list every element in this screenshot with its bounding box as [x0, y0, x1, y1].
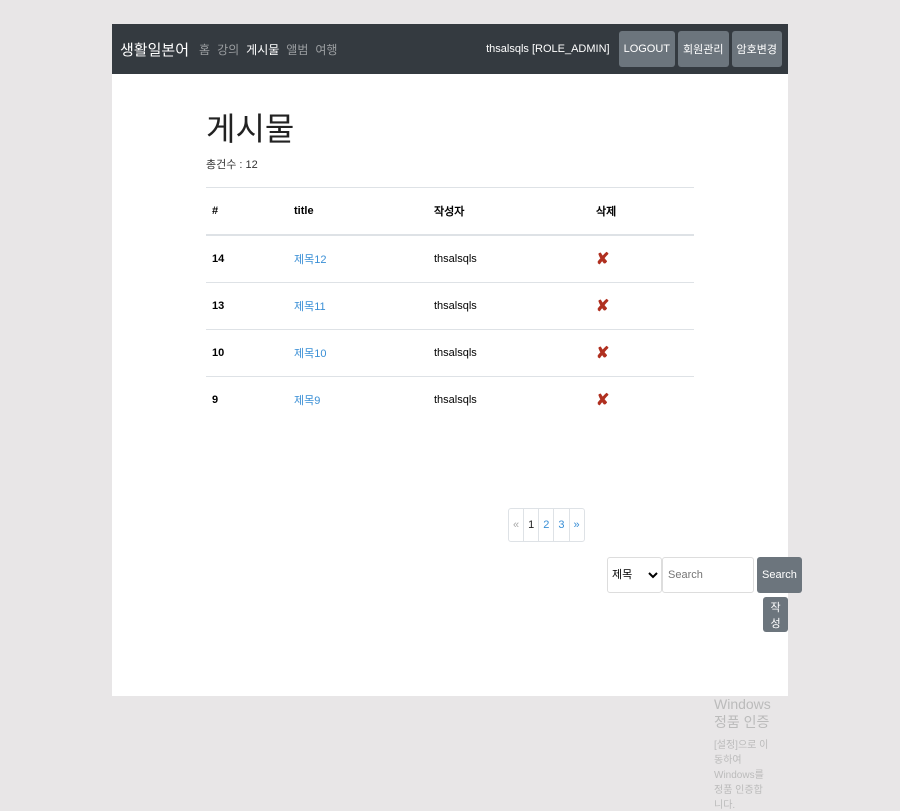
post-title-link[interactable]: 제목9 — [294, 395, 320, 407]
post-number: 10 — [206, 329, 288, 377]
search-input[interactable] — [662, 557, 754, 593]
nav-home[interactable]: 홈 — [199, 41, 210, 58]
post-title-link[interactable]: 제목10 — [294, 348, 326, 360]
watermark-title: Windows 정품 인증 — [714, 696, 771, 730]
brand-link[interactable]: 생활일본어 — [120, 39, 189, 60]
delete-icon[interactable]: ✘ — [596, 345, 609, 362]
search-form: 제목 Search — [607, 557, 802, 593]
search-button[interactable]: Search — [757, 557, 802, 593]
write-button[interactable]: 작성 — [763, 597, 788, 632]
change-password-button[interactable]: 암호변경 — [731, 31, 782, 67]
delete-icon[interactable]: ✘ — [596, 251, 609, 268]
post-author: thsalsqls — [428, 282, 590, 330]
table-row: 13 제목11 thsalsqls ✘ — [206, 282, 694, 330]
page-prev[interactable]: « — [509, 509, 523, 541]
nav-travel[interactable]: 여행 — [315, 41, 337, 58]
delete-icon[interactable]: ✘ — [596, 392, 609, 409]
page-2[interactable]: 2 — [538, 509, 553, 541]
watermark-subtitle: [설정]으로 이동하여 Windows를 정품 인증합니다. — [714, 740, 769, 811]
member-management-button[interactable]: 회원관리 — [678, 31, 729, 67]
col-number: # — [206, 187, 288, 236]
post-number: 14 — [206, 234, 288, 283]
navbar: 생활일본어 홈 강의 게시물 앨범 여행 thsalsqls [ROLE_ADM… — [112, 24, 788, 74]
col-author: 작성자 — [428, 187, 590, 236]
nav-posts[interactable]: 게시물 — [246, 41, 279, 58]
col-title: title — [288, 187, 428, 236]
page-title: 게시물 — [206, 111, 295, 147]
search-field-select[interactable]: 제목 — [607, 557, 662, 593]
posts-table: # title 작성자 삭제 14 제목12 thsalsqls ✘ 13 제목1… — [206, 187, 694, 423]
pagination: « 1 2 3 » — [508, 508, 585, 542]
table-row: 14 제목12 thsalsqls ✘ — [206, 234, 694, 283]
post-author: thsalsqls — [428, 329, 590, 377]
col-delete: 삭제 — [590, 187, 694, 236]
post-number: 13 — [206, 282, 288, 330]
post-author: thsalsqls — [428, 234, 590, 283]
post-author: thsalsqls — [428, 376, 590, 423]
browser-page: 생활일본어 홈 강의 게시물 앨범 여행 thsalsqls [ROLE_ADM… — [112, 24, 802, 811]
post-number: 9 — [206, 376, 288, 423]
page-1[interactable]: 1 — [523, 509, 538, 541]
table-row: 10 제목10 thsalsqls ✘ — [206, 329, 694, 377]
nav-lectures[interactable]: 강의 — [217, 41, 239, 58]
windows-activation-watermark: Windows 정품 인증 [설정]으로 이동하여 Windows를 정품 인증… — [714, 696, 771, 811]
logout-button[interactable]: LOGOUT — [618, 31, 676, 67]
delete-icon[interactable]: ✘ — [596, 298, 609, 315]
total-count: 총건수 : 12 — [206, 159, 258, 171]
post-title-link[interactable]: 제목12 — [294, 254, 326, 266]
page-next[interactable]: » — [568, 509, 584, 541]
nav-album[interactable]: 앨범 — [286, 41, 308, 58]
table-row: 9 제목9 thsalsqls ✘ — [206, 376, 694, 423]
post-title-link[interactable]: 제목11 — [294, 301, 326, 313]
user-info: thsalsqls [ROLE_ADMIN] — [486, 43, 610, 55]
page-3[interactable]: 3 — [553, 509, 568, 541]
